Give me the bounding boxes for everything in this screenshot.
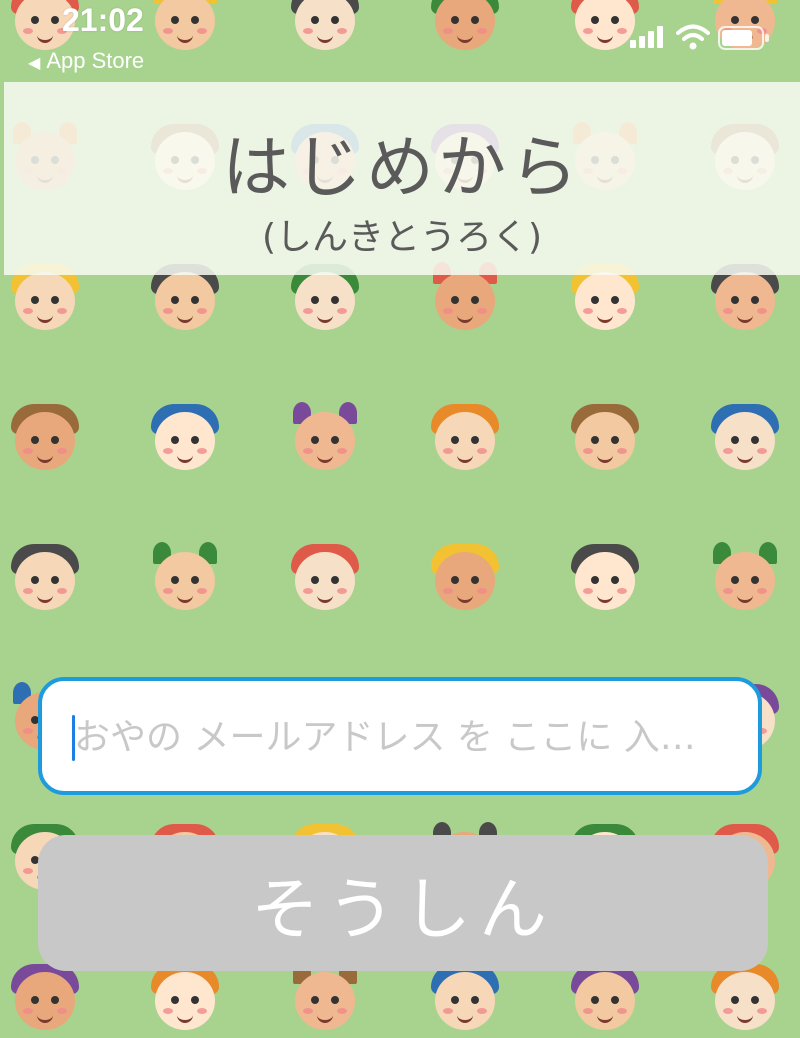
character-face bbox=[427, 402, 503, 478]
back-link-label: App Store bbox=[46, 48, 145, 73]
character-face bbox=[147, 402, 223, 478]
character-face bbox=[287, 402, 363, 478]
character-face bbox=[707, 962, 783, 1038]
battery-icon bbox=[718, 26, 769, 50]
cellular-signal-icon bbox=[630, 26, 663, 48]
character-face bbox=[147, 962, 223, 1038]
wifi-icon bbox=[676, 24, 710, 50]
character-face bbox=[7, 542, 83, 618]
character-face bbox=[287, 542, 363, 618]
character-face bbox=[7, 962, 83, 1038]
character-face bbox=[147, 0, 223, 58]
character-face bbox=[567, 962, 643, 1038]
triangle-left-icon: ◀ bbox=[28, 55, 41, 72]
email-field-container[interactable] bbox=[38, 677, 762, 795]
send-button[interactable]: そうしん bbox=[38, 835, 768, 971]
send-button-label: そうしん bbox=[250, 870, 555, 950]
back-to-app-store-link[interactable]: ◀ App Store bbox=[28, 48, 144, 74]
page-title: はじめから bbox=[221, 129, 582, 208]
title-banner: はじめから (しんきとうろく) bbox=[4, 82, 800, 275]
character-face bbox=[567, 542, 643, 618]
character-face bbox=[147, 542, 223, 618]
character-face bbox=[287, 962, 363, 1038]
character-face bbox=[287, 0, 363, 58]
page-subtitle: (しんきとうろく) bbox=[261, 217, 543, 258]
character-face bbox=[7, 402, 83, 478]
character-face bbox=[707, 402, 783, 478]
character-face bbox=[427, 962, 503, 1038]
character-face bbox=[427, 0, 503, 58]
character-face bbox=[567, 402, 643, 478]
character-face bbox=[707, 542, 783, 618]
character-face bbox=[427, 542, 503, 618]
parent-email-input[interactable] bbox=[72, 701, 736, 773]
status-time: 21:02 bbox=[62, 2, 144, 38]
